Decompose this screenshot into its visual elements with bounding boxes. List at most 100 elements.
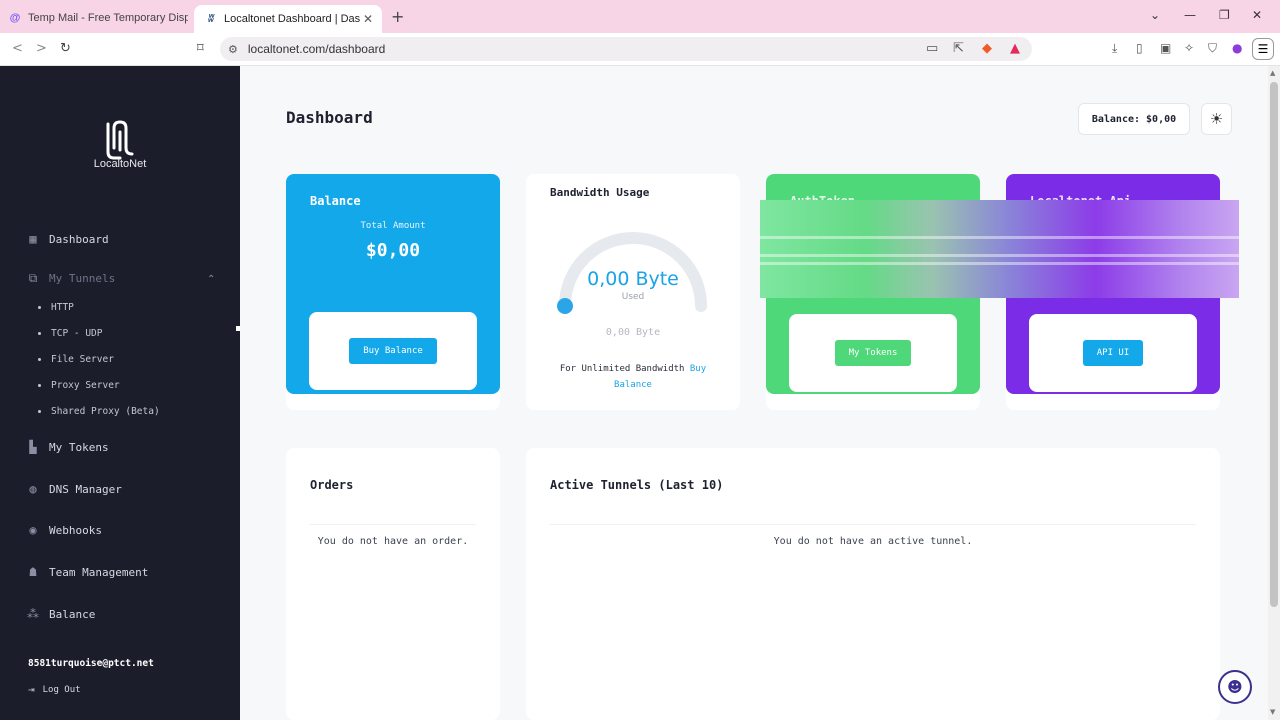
tab-title: Localtonet Dashboard | Dashbo [224,13,360,25]
sidebar-item-team-management[interactable]: ☗ Team Management [26,565,148,579]
glitch-band [760,236,1239,239]
sidebar-subitem-label: TCP - UDP [51,328,103,339]
sidebar-item-balance[interactable]: ⁂ Balance [26,607,95,621]
scrollbar-thumb[interactable] [1270,82,1278,607]
bandwidth-note-text: For Unlimited Bandwidth [559,364,685,374]
panel-title: Active Tunnels (Last 10) [550,478,724,492]
sidebar-subitem-label: Shared Proxy (Beta) [51,406,160,417]
vpn-shield-icon[interactable]: ⛉ [1208,41,1217,56]
sidebar-item-label: My Tunnels [49,271,116,285]
minimize-icon[interactable]: — [1184,8,1196,22]
forward-icon[interactable]: > [36,41,47,56]
sidebar-subitem-file-server[interactable]: File Server [38,354,114,365]
logo-text: LocaltoNet [93,158,147,170]
at-icon: @ [9,12,21,24]
api-card-action: API UI [1029,314,1197,392]
bandwidth-total: 0,00 Byte [605,327,661,338]
theme-toggle-button[interactable]: ☀ [1201,103,1232,135]
sidebar-item-webhooks[interactable]: ◉ Webhooks [26,523,102,537]
bandwidth-card: Bandwidth Usage 0,00 Byte Used 0,00 Byte… [526,174,740,410]
api-ui-button[interactable]: API UI [1082,340,1144,366]
browser-menu-icon[interactable]: ☰ [1252,38,1274,60]
close-tab-icon[interactable]: ✕ [360,12,376,26]
share-icon[interactable]: ⇱ [953,41,964,56]
close-window-icon[interactable]: ✕ [1252,8,1262,22]
tab-title: Temp Mail - Free Temporary Dispos [28,12,188,24]
wallet-icon[interactable]: ▣ [1160,41,1171,55]
bullet-icon [38,332,41,335]
layout-icon: ▦ [29,232,37,246]
localtonet-icon: ʬ [208,13,214,25]
page-scrollbar[interactable]: ▲ ▼ [1268,66,1280,720]
bullet-icon [38,384,41,387]
logout-icon: ⇥ [28,683,35,696]
sidebar-subitem-tcp-udp[interactable]: TCP - UDP [38,328,102,339]
balance-icon: ⁂ [27,607,39,621]
sidebar-subitem-http[interactable]: HTTP [38,302,74,313]
profile-avatar-icon[interactable]: ● [1232,41,1242,55]
orders-panel: Orders You do not have an order. [286,448,500,720]
bandwidth-note: For Unlimited Bandwidth Buy Balance [546,361,720,393]
sidebar-subitem-label: HTTP [51,302,74,313]
back-icon[interactable]: < [12,41,23,56]
chat-support-button[interactable]: ☻ [1218,670,1252,704]
page-title: Dashboard [286,108,373,127]
balance-card-body: Balance Total Amount $0,00 Buy Balance [286,174,500,394]
sidebar-toggle-icon[interactable]: ▯ [1136,41,1143,55]
balance-pill[interactable]: Balance: $0,00 [1078,103,1190,135]
globe-icon: ◍ [29,482,37,496]
scroll-down-icon[interactable]: ▼ [1270,708,1275,716]
sidebar-item-label: Team Management [49,565,149,579]
scroll-up-icon[interactable]: ▲ [1270,69,1275,77]
bandwidth-used-label: Used [621,292,645,302]
reload-icon[interactable]: ↻ [60,41,71,56]
maximize-icon[interactable]: ❐ [1219,8,1230,22]
new-tab-button[interactable]: + [391,7,404,26]
glitch-band [760,262,1239,265]
sidebar-subitem-shared-proxy[interactable]: Shared Proxy (Beta) [38,406,160,417]
chat-people-icon: ☻ [1227,678,1243,696]
logout-link[interactable]: ⇥ Log Out [28,683,81,696]
tab-list-chevron-icon[interactable]: ⌄ [1150,8,1160,22]
sidebar-item-label: My Tokens [49,440,109,454]
extension-icon[interactable]: ✧ [1184,41,1194,55]
sidebar-item-my-tunnels[interactable]: ⧉ My Tunnels [26,270,116,285]
chevron-up-icon[interactable]: ⌃ [207,274,215,285]
user-email: 8581turquoise@ptct.net [28,658,154,669]
main-content: Dashboard Balance: $0,00 ☀ Balance Total… [240,66,1268,720]
sidebar-item-dns-manager[interactable]: ◍ DNS Manager [26,482,121,496]
site-settings-icon[interactable]: ⚙ [228,43,238,56]
tunnel-icon: ⧉ [28,270,38,285]
balance-value: $0,00 [365,240,421,261]
buy-balance-button[interactable]: Buy Balance [349,338,437,364]
address-bar[interactable]: ⚙ localtonet.com/dashboard ▭ ⇱ ◆ ▲ [220,37,1032,61]
brave-rewards-icon[interactable]: ▲ [1010,41,1020,56]
team-icon: ☗ [29,565,37,579]
tab-temp-mail[interactable]: @ Temp Mail - Free Temporary Dispos [8,5,188,31]
browser-tab-bar: @ Temp Mail - Free Temporary Dispos ʬ Lo… [0,0,1280,33]
bandwidth-value: 0,00 Byte [587,268,679,290]
authtoken-card-action: My Tokens [789,314,957,392]
panel-title: Orders [310,478,354,492]
glitch-band [760,254,1239,257]
sidebar-item-my-tokens[interactable]: ▙ My Tokens [26,440,109,454]
brave-shield-icon[interactable]: ◆ [982,41,992,56]
sidebar-subitem-label: Proxy Server [51,380,120,391]
browser-toolbar: < > ↻ ⌑ ⚙ localtonet.com/dashboard ▭ ⇱ ◆… [0,33,1280,66]
sidebar-item-label: Balance [49,607,96,621]
localtonet-logo [106,120,134,160]
url-text[interactable]: localtonet.com/dashboard [248,42,385,56]
balance-card: Balance Total Amount $0,00 Buy Balance [286,174,500,410]
my-tokens-button[interactable]: My Tokens [834,340,912,366]
divider [310,524,476,525]
download-icon[interactable]: ⤓ [1112,41,1117,56]
sidebar-subitem-proxy-server[interactable]: Proxy Server [38,380,120,391]
tunnels-empty-message: You do not have an active tunnel. [773,536,973,547]
card-title: Bandwidth Usage [550,186,650,199]
sidebar-item-dashboard[interactable]: ▦ Dashboard [26,232,108,246]
bullet-icon [38,358,41,361]
tab-localtonet-dashboard[interactable]: ʬ Localtonet Dashboard | Dashbo ✕ [194,5,382,33]
logout-label: Log Out [42,684,81,695]
bookmark-icon[interactable]: ⌑ [197,41,204,56]
cast-icon[interactable]: ▭ [926,41,938,56]
